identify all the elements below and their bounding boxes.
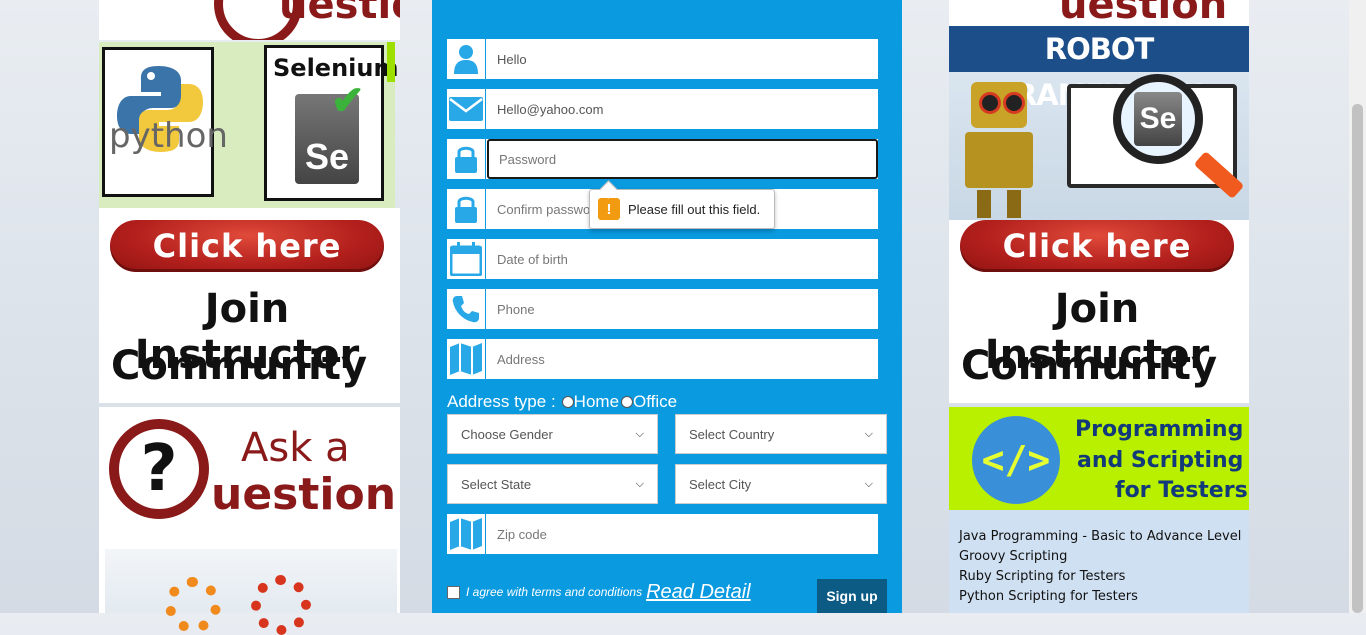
course-link[interactable]: Groovy Scripting — [959, 547, 1249, 567]
chevron-down-icon: ⌵ — [635, 427, 644, 440]
green-accent-bar — [387, 42, 395, 82]
dob-field-row — [447, 239, 878, 279]
office-radio[interactable] — [621, 396, 634, 408]
name-field-row — [447, 39, 878, 79]
home-radio[interactable] — [561, 396, 574, 408]
se-badge-text: Se — [1139, 102, 1177, 135]
email-input[interactable] — [487, 89, 878, 129]
python-logo-card: python — [102, 47, 228, 197]
city-select[interactable]: Select City ⌵ — [675, 464, 887, 504]
right-join-line2: Community — [960, 343, 1218, 389]
dob-input[interactable] — [487, 239, 878, 279]
home-label: Home — [573, 392, 620, 411]
zip-field-row — [447, 514, 878, 554]
gender-select[interactable]: Choose Gender ⌵ — [447, 414, 658, 454]
chevron-down-icon: ⌵ — [635, 477, 644, 490]
question-mark-icon — [214, 0, 302, 40]
validation-tooltip-text: Please fill out this field. — [628, 201, 761, 217]
selenium-se-icon: Se — [1134, 92, 1182, 146]
checkmark-icon: ✔ — [331, 79, 365, 123]
gear-icon — [251, 575, 311, 635]
python-label: python — [109, 116, 228, 156]
left-click-here-button[interactable]: Click here — [110, 220, 384, 272]
read-detail-link[interactable]: Read Detail — [646, 581, 751, 604]
scrollbar-thumb[interactable] — [1352, 104, 1363, 613]
code-icon: </> — [972, 416, 1060, 504]
right-top-question-banner[interactable]: uestion — [949, 0, 1249, 26]
password-field-row — [447, 139, 878, 179]
left-ask-question-ad[interactable]: ? Ask a uestion — [99, 407, 400, 635]
ask-a-text: Ask a — [241, 425, 350, 471]
phone-input[interactable] — [487, 289, 878, 329]
robot-framework-title: ROBOT FRAMEWORK — [949, 26, 1249, 112]
lock-icon — [447, 189, 486, 229]
left-top-question-banner[interactable]: uestion — [99, 0, 400, 40]
address-type-group: Address type : Home Office — [447, 391, 677, 413]
robot-framework-ad[interactable]: ROBOT FRAMEWORK Se — [949, 26, 1249, 220]
zip-input[interactable] — [487, 514, 878, 554]
gender-select-value: Choose Gender — [461, 426, 553, 442]
course-link[interactable]: Python Scripting for Testers — [959, 587, 1249, 607]
address-field-row — [447, 339, 878, 379]
robot-icon — [957, 78, 1041, 218]
se-badge-text: Se — [304, 136, 350, 177]
user-icon — [447, 39, 486, 79]
terms-checkbox[interactable] — [447, 585, 460, 599]
left-python-selenium-ad[interactable]: python Selenium Se ✔ — [99, 42, 398, 208]
email-field-row — [447, 89, 878, 129]
map-icon — [447, 339, 486, 379]
address-input[interactable] — [487, 339, 878, 379]
state-select-value: Select State — [461, 476, 532, 492]
course-list: Java Programming - Basic to Advance Leve… — [949, 510, 1249, 613]
ask-question-text: uestion — [211, 469, 397, 520]
prog-line3: for Testers — [1115, 478, 1248, 503]
programming-scripting-ad[interactable]: </> Programming and Scripting for Tester… — [949, 407, 1249, 510]
city-select-value: Select City — [689, 476, 752, 492]
left-join-line2: Community — [110, 343, 368, 389]
phone-field-row — [447, 289, 878, 329]
page-scrollbar[interactable] — [1349, 0, 1366, 613]
warning-icon: ! — [598, 198, 620, 220]
lock-icon — [447, 139, 486, 179]
course-link[interactable]: Java Programming - Basic to Advance Leve… — [959, 527, 1249, 547]
prog-line1: Programming — [1075, 417, 1244, 442]
signup-button[interactable]: Sign up — [817, 579, 887, 613]
calendar-icon — [447, 239, 486, 279]
gears-image — [105, 549, 397, 635]
code-glyph: </> — [981, 438, 1051, 482]
validation-tooltip: ! Please fill out this field. — [589, 189, 775, 229]
gear-icon — [165, 577, 221, 633]
chevron-down-icon: ⌵ — [864, 427, 873, 440]
map-icon — [447, 514, 486, 554]
course-link[interactable]: Ruby Scripting for Testers — [959, 567, 1249, 587]
selenium-logo-card: Selenium Se ✔ — [264, 45, 398, 201]
chevron-down-icon: ⌵ — [864, 477, 873, 490]
name-input[interactable] — [487, 39, 878, 79]
question-partial-text: uestion — [1059, 0, 1228, 26]
question-mark-icon: ? — [109, 419, 209, 519]
address-type-label: Address type : — [447, 392, 556, 411]
envelope-icon — [447, 89, 486, 129]
right-click-here-button[interactable]: Click here — [960, 220, 1234, 272]
left-join-instructor-ad[interactable]: Click here Join Instructor Community — [99, 208, 400, 403]
password-input[interactable] — [487, 139, 878, 179]
right-join-instructor-ad[interactable]: Click here Join Instructor Community — [949, 220, 1249, 403]
phone-icon — [447, 289, 486, 329]
terms-row: I agree with terms and conditions Read D… — [447, 580, 751, 604]
country-select[interactable]: Select Country ⌵ — [675, 414, 887, 454]
magnifier-icon: Se — [1113, 74, 1203, 164]
office-label: Office — [633, 392, 678, 411]
state-select[interactable]: Select State ⌵ — [447, 464, 658, 504]
country-select-value: Select Country — [689, 426, 775, 442]
terms-text: I agree with terms and conditions — [466, 585, 643, 599]
prog-line2: and Scripting — [1077, 448, 1244, 473]
